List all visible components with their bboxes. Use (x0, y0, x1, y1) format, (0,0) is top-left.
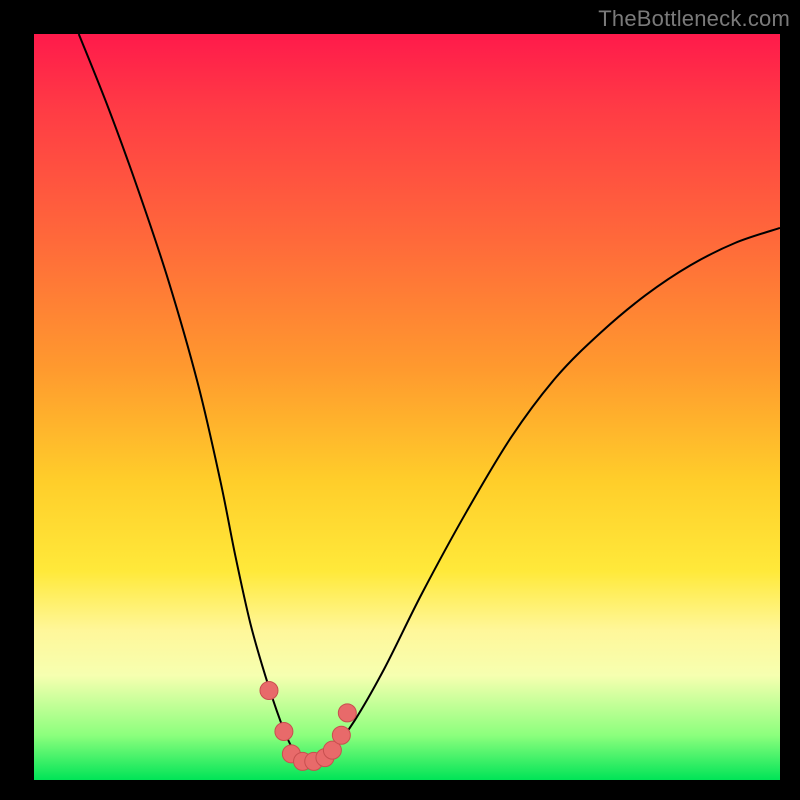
marker-dot (260, 681, 278, 699)
chart-stage: TheBottleneck.com (0, 0, 800, 800)
watermark-text: TheBottleneck.com (598, 6, 790, 32)
highlight-markers (260, 681, 356, 770)
chart-svg (34, 34, 780, 780)
bottleneck-curve (79, 34, 780, 763)
marker-dot (275, 723, 293, 741)
curve-path (79, 34, 780, 763)
marker-dot (338, 704, 356, 722)
marker-dot (332, 726, 350, 744)
